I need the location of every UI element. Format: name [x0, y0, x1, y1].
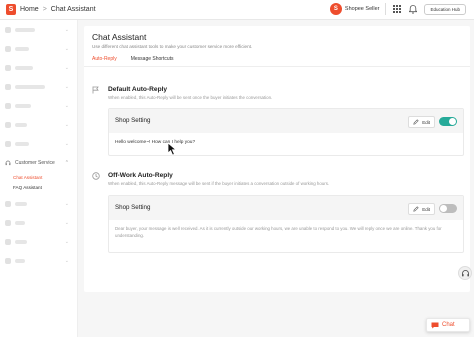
breadcrumb-separator: >: [42, 6, 47, 13]
chevron-down-icon: ⌄: [64, 200, 69, 207]
mouse-pointer-icon: [167, 142, 178, 156]
menu-icon: [5, 219, 11, 226]
blurred-label: [15, 220, 25, 225]
menu-icon: [5, 45, 11, 52]
sidebar-item[interactable]: ⌄: [0, 96, 77, 115]
toggle-knob: [449, 118, 456, 125]
sidebar: ⌄ ⌄ ⌄ ⌄ ⌄ ⌄ ⌄ Customer Service ⌃ Chat As…: [0, 20, 78, 337]
chevron-down-icon: ⌄: [64, 45, 69, 52]
off-work-auto-reply-card: Shop Setting Edit Dear buyer, your messa…: [108, 195, 464, 253]
menu-icon: [5, 140, 11, 147]
pencil-icon: [413, 206, 419, 212]
shop-account[interactable]: S Shopee Seller: [329, 3, 380, 15]
sidebar-item-customer-service[interactable]: Customer Service ⌃: [0, 153, 77, 172]
menu-icon: [5, 83, 11, 90]
menu-icon: [5, 26, 11, 33]
menu-icon: [5, 257, 11, 264]
blurred-label: [15, 27, 35, 32]
menu-icon: [5, 238, 11, 245]
page-description: Use different chat assistant tools to ma…: [92, 44, 253, 49]
page-title: Chat Assistant: [92, 32, 147, 42]
blurred-label: [15, 239, 27, 244]
chevron-down-icon: ⌄: [64, 121, 69, 128]
shopee-logo-icon[interactable]: S: [6, 4, 16, 15]
sidebar-item[interactable]: ⌄: [0, 134, 77, 153]
top-bar: S Home > Chat Assistant S Shopee Seller …: [0, 0, 474, 20]
default-auto-reply-title: Default Auto-Reply: [108, 86, 168, 93]
edit-label: Edit: [422, 206, 430, 212]
default-auto-reply-card: Shop Setting Edit Hello welcome~! How ca…: [108, 108, 464, 156]
tab-divider: [84, 66, 470, 67]
sidebar-item[interactable]: ⌄: [0, 77, 77, 96]
off-work-auto-reply-message: Dear buyer, your message is well receive…: [115, 226, 442, 238]
card-title: Shop Setting: [115, 117, 151, 124]
chevron-down-icon: ⌄: [64, 257, 69, 264]
pencil-icon: [413, 119, 419, 125]
breadcrumb-home[interactable]: Home: [20, 6, 39, 13]
top-right-actions: S Shopee Seller Education Hub: [329, 3, 466, 15]
sidebar-item[interactable]: ⌄: [0, 232, 77, 251]
chevron-down-icon: ⌄: [64, 64, 69, 71]
chevron-down-icon: ⌄: [64, 26, 69, 33]
blurred-label: [15, 141, 29, 146]
default-auto-reply-description: When enabled, this Auto-Reply will be se…: [108, 95, 273, 100]
blurred-label: [15, 65, 33, 70]
chat-bubble-icon: [431, 322, 439, 328]
toggle-knob: [440, 205, 447, 212]
off-work-auto-reply-title: Off-Work Auto-Reply: [108, 172, 173, 179]
menu-icon: [5, 64, 11, 71]
sidebar-item-label: Customer Service: [15, 159, 55, 166]
blurred-label: [15, 46, 29, 51]
chevron-down-icon: ⌄: [64, 140, 69, 147]
blurred-label: [15, 103, 31, 108]
chat-label: Chat: [442, 322, 455, 328]
headset-icon: [5, 160, 11, 166]
notification-bell-icon[interactable]: [408, 4, 418, 14]
sidebar-item[interactable]: ⌄: [0, 213, 77, 232]
edit-button[interactable]: Edit: [408, 203, 435, 215]
education-hub-button[interactable]: Education Hub: [424, 3, 466, 15]
main-panel: Chat Assistant Use different chat assist…: [84, 26, 470, 292]
flag-icon: [92, 86, 100, 94]
sidebar-item[interactable]: ⌄: [0, 115, 77, 134]
divider: [385, 3, 387, 15]
support-headset-icon[interactable]: [458, 266, 472, 280]
card-header: Shop Setting Edit: [109, 196, 463, 220]
breadcrumb-current: Chat Assistant: [50, 6, 96, 13]
blurred-label: [15, 201, 27, 206]
menu-icon: [5, 121, 11, 128]
chevron-down-icon: ⌄: [64, 102, 69, 109]
card-header: Shop Setting Edit: [109, 109, 463, 133]
default-auto-reply-toggle[interactable]: [439, 117, 457, 126]
edit-button[interactable]: Edit: [408, 116, 435, 128]
blurred-label: [15, 258, 25, 263]
chevron-down-icon: ⌄: [64, 219, 69, 226]
edit-label: Edit: [422, 119, 430, 125]
chevron-up-icon: ⌃: [64, 159, 69, 166]
menu-icon: [5, 102, 11, 109]
sidebar-item[interactable]: ⌄: [0, 58, 77, 77]
off-work-auto-reply-toggle[interactable]: [439, 204, 457, 213]
sidebar-item[interactable]: ⌄: [0, 194, 77, 213]
sidebar-subitem-chat-assistant[interactable]: Chat Assistant: [0, 172, 77, 182]
chevron-down-icon: ⌄: [64, 238, 69, 245]
apps-grid-icon[interactable]: [392, 4, 402, 14]
card-title: Shop Setting: [115, 204, 151, 211]
blurred-label: [15, 122, 27, 127]
shop-name: Shopee Seller: [344, 6, 380, 12]
sidebar-item[interactable]: ⌄: [0, 39, 77, 58]
shop-avatar: S: [329, 3, 342, 15]
sidebar-item[interactable]: ⌄: [0, 20, 77, 39]
chevron-down-icon: ⌄: [64, 83, 69, 90]
clock-icon: [92, 172, 100, 180]
menu-icon: [5, 200, 11, 207]
default-auto-reply-message: Hello welcome~! How can I help you?: [115, 140, 196, 145]
off-work-auto-reply-description: When enabled, this Auto-Reply message wi…: [108, 181, 330, 186]
blurred-label: [15, 84, 45, 89]
chat-button[interactable]: Chat: [426, 318, 470, 332]
sidebar-item[interactable]: ⌄: [0, 251, 77, 270]
sidebar-subitem-faq-assistant[interactable]: FAQ Assistant: [0, 182, 77, 192]
